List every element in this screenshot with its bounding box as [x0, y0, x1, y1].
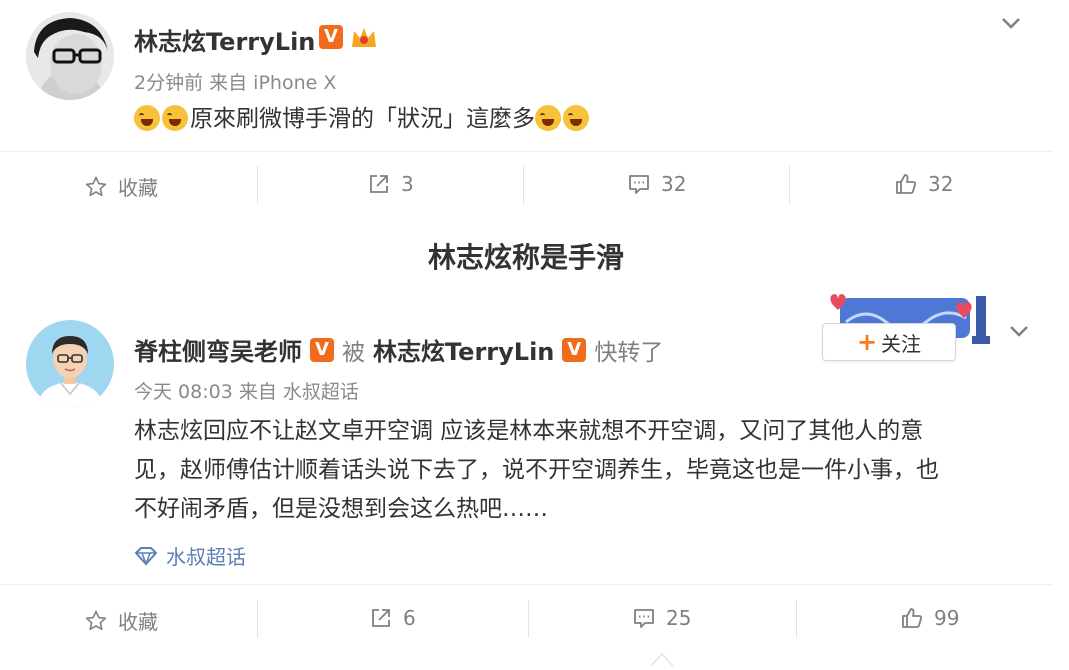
- laugh-cry-emoji-icon: [563, 105, 589, 131]
- favorite-button[interactable]: 收藏: [84, 606, 158, 635]
- comment-button[interactable]: 32: [627, 172, 686, 196]
- post1-meta: 2分钟前 来自 iPhone X: [134, 72, 337, 94]
- divider: [789, 166, 790, 204]
- post1-text-content: 原來刷微博手滑的「狀況」這麼多: [190, 106, 535, 132]
- thumbs-up-icon: [902, 608, 922, 628]
- post2-meta: 今天 08:03 来自 水叔超话: [134, 381, 359, 403]
- plus-icon: +: [856, 328, 878, 356]
- comment-count: 32: [661, 172, 687, 196]
- share-icon: [372, 609, 390, 627]
- comment-count: 25: [666, 606, 692, 630]
- repost-count: 3: [401, 172, 414, 196]
- share-icon: [370, 175, 388, 193]
- topic-link[interactable]: 水叔超话: [134, 541, 246, 570]
- divider: [523, 166, 524, 204]
- repost-count: 6: [403, 606, 416, 630]
- post2-author-name[interactable]: 脊柱侧弯吴老师: [134, 332, 302, 367]
- favorite-label: 收藏: [118, 610, 158, 634]
- favorite-label: 收藏: [118, 176, 158, 200]
- divider: [0, 584, 1052, 585]
- post2-text-line: 不好闹矛盾，但是没想到会这么热吧……: [134, 496, 548, 522]
- crown-icon: [349, 23, 379, 55]
- comment-button[interactable]: 25: [632, 606, 691, 630]
- laugh-cry-emoji-icon: [134, 105, 160, 131]
- caption: 林志炫称是手滑: [427, 241, 624, 274]
- like-button[interactable]: 32: [894, 172, 953, 196]
- follow-label: 关注: [881, 331, 922, 356]
- post1-text: 原來刷微博手滑的「狀況」這麼多: [134, 100, 591, 139]
- thumbs-up-icon: [896, 174, 916, 194]
- reposted-label: 快转了: [594, 339, 664, 366]
- laugh-cry-emoji-icon: [162, 105, 188, 131]
- topic-label: 水叔超话: [166, 545, 246, 569]
- avatar[interactable]: [26, 12, 114, 100]
- diamond-icon: [135, 546, 157, 566]
- divider: [528, 600, 529, 638]
- like-button[interactable]: 99: [900, 606, 959, 630]
- laugh-cry-emoji-icon: [535, 105, 561, 131]
- verified-badge: V: [319, 25, 343, 49]
- repost-button[interactable]: 6: [369, 606, 416, 630]
- favorite-button[interactable]: 收藏: [84, 172, 158, 201]
- repost-original-author[interactable]: 林志炫TerryLin: [373, 332, 554, 367]
- verified-badge: V: [310, 337, 334, 362]
- comment-icon: [634, 609, 654, 628]
- chevron-down-icon[interactable]: [998, 10, 1024, 40]
- repost-button[interactable]: 3: [367, 172, 414, 196]
- divider: [0, 151, 1052, 152]
- like-count: 99: [934, 606, 960, 630]
- divider: [257, 600, 258, 638]
- post1-author-name[interactable]: 林志炫TerryLin: [134, 22, 315, 57]
- post2-text-line: 见，赵师傅估计顺着话头说下去了，说不开空调养生，毕竟这也是一件小事，也: [134, 457, 939, 483]
- comment-pointer: [650, 650, 674, 670]
- like-count: 32: [928, 172, 954, 196]
- repost-header: 脊柱侧弯吴老师 V 被 林志炫TerryLin V 快转了: [134, 332, 663, 367]
- star-icon: [85, 176, 107, 196]
- post2-text-line: 林志炫回应不让赵文卓开空调 应该是林本来就想不开空调，又问了其他人的意: [134, 418, 924, 444]
- repost-by-label: 被: [342, 339, 365, 366]
- chevron-down-icon[interactable]: [1006, 318, 1032, 348]
- post2-text: 林志炫回应不让赵文卓开空调 应该是林本来就想不开空调，又问了其他人的意 见，赵师…: [134, 412, 1034, 529]
- star-icon: [85, 610, 107, 630]
- comment-icon: [629, 175, 649, 194]
- divider: [257, 166, 258, 204]
- verified-badge: V: [562, 337, 587, 362]
- divider: [796, 600, 797, 638]
- follow-button[interactable]: + 关注: [822, 323, 956, 361]
- avatar[interactable]: [26, 320, 114, 408]
